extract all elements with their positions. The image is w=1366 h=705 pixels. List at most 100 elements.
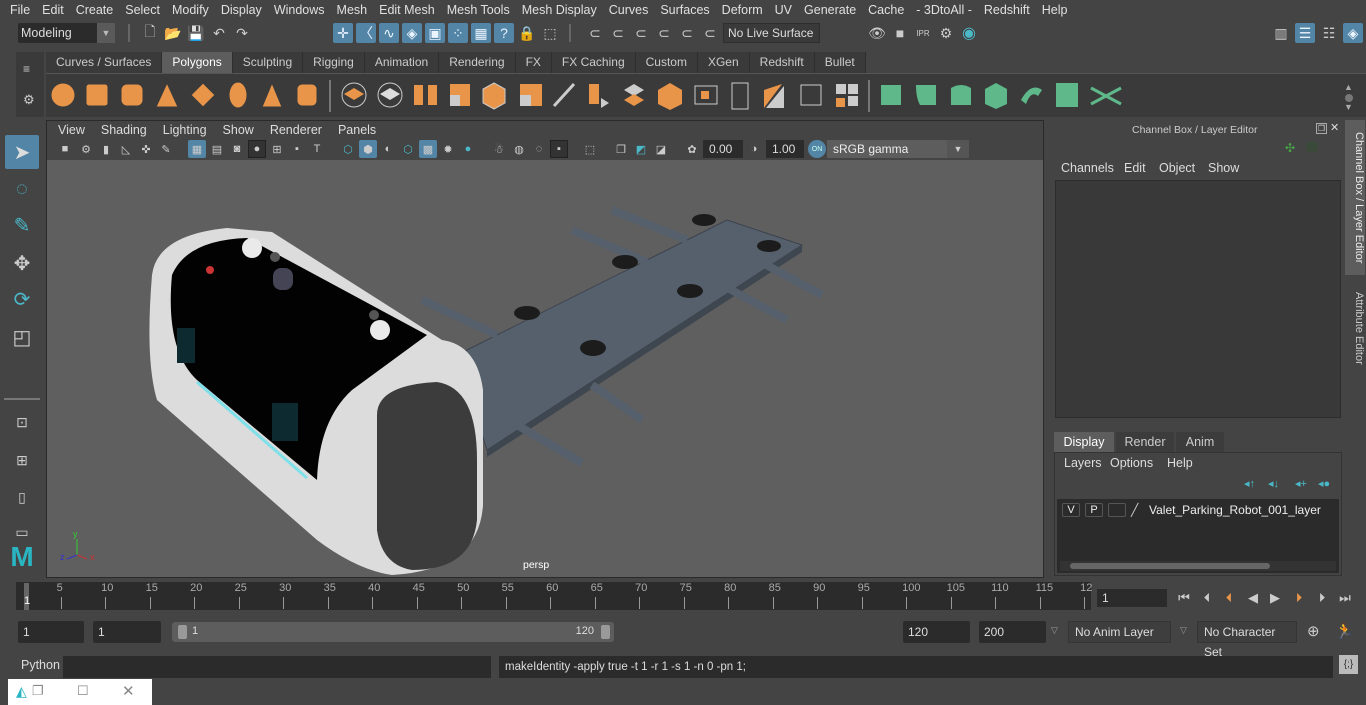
- menu-uv[interactable]: UV: [769, 0, 798, 20]
- playback-end-field[interactable]: 120: [903, 621, 970, 643]
- render-settings-icon[interactable]: ⚙: [936, 23, 956, 43]
- layer-tab-anim[interactable]: Anim: [1176, 432, 1224, 452]
- poly-sphere-icon[interactable]: [50, 82, 76, 108]
- shelf-scroll-down-icon[interactable]: ▼: [1344, 102, 1353, 112]
- character-set-chevron-icon[interactable]: ▽: [1180, 625, 1187, 636]
- side-tab-channel-box[interactable]: Channel Box / Layer Editor: [1345, 120, 1365, 275]
- menu-display[interactable]: Display: [215, 0, 268, 20]
- select-highlight-icon[interactable]: ⬚: [540, 23, 560, 43]
- shelf-tab-polygons[interactable]: Polygons: [162, 52, 233, 73]
- command-input[interactable]: [63, 656, 491, 678]
- live-surface-field[interactable]: No Live Surface: [723, 23, 820, 43]
- remesh-icon[interactable]: [482, 82, 506, 110]
- anim-layer-dropdown[interactable]: No Anim Layer: [1068, 621, 1171, 643]
- 3d-viewport-canvas[interactable]: y x z: [47, 160, 1043, 577]
- 2d-pan-zoom-icon[interactable]: ✜: [137, 140, 155, 158]
- camera-select-icon[interactable]: ■: [56, 140, 74, 158]
- move-tool-icon[interactable]: ✥: [5, 246, 39, 280]
- menu-redshift[interactable]: Redshift: [978, 0, 1036, 20]
- uv-editor-icon[interactable]: [1056, 83, 1078, 107]
- shelf-gear-icon[interactable]: ⚙: [23, 92, 35, 108]
- layer-color-swatch[interactable]: ╱: [1131, 503, 1138, 517]
- gamma-field[interactable]: 1.00: [766, 140, 804, 158]
- menu-windows[interactable]: Windows: [268, 0, 331, 20]
- step-back-frame-icon[interactable]: ⏴: [1197, 588, 1217, 608]
- menu-file[interactable]: File: [4, 0, 36, 20]
- new-scene-icon[interactable]: 🗋: [140, 23, 160, 43]
- poly-pipe-icon[interactable]: [296, 83, 318, 107]
- select-by-hierarchy-icon[interactable]: ✛: [333, 23, 353, 43]
- menu-surfaces[interactable]: Surfaces: [654, 0, 715, 20]
- fill-hole-icon[interactable]: [836, 84, 846, 94]
- shelf-scroll-up-icon[interactable]: ▲: [1344, 82, 1353, 92]
- end-time-field[interactable]: 200: [979, 621, 1046, 643]
- vp-menu-view[interactable]: View: [50, 122, 93, 140]
- cb-menu-show[interactable]: Show: [1208, 161, 1239, 175]
- magnet-points-icon[interactable]: ⊂: [654, 23, 674, 43]
- exposure-icon[interactable]: ✿: [683, 140, 701, 158]
- layer-display-type-toggle[interactable]: [1108, 503, 1126, 517]
- menu-mesh-display[interactable]: Mesh Display: [516, 0, 603, 20]
- close-panel-icon[interactable]: ✕: [1330, 123, 1341, 134]
- move-layer-down-icon[interactable]: ◂↓: [1268, 477, 1279, 490]
- offset-edge-loop-icon[interactable]: [731, 82, 749, 110]
- mode-selector[interactable]: Modeling ▼: [18, 23, 115, 43]
- motion-blur-icon[interactable]: ◍: [510, 140, 528, 158]
- isolate-select-icon[interactable]: ⬚: [581, 140, 599, 158]
- magnet-soft-icon[interactable]: ⊂: [608, 23, 628, 43]
- start-time-field[interactable]: 1: [18, 621, 84, 643]
- menu-create[interactable]: Create: [70, 0, 120, 20]
- playback-start-field[interactable]: 1: [93, 621, 161, 643]
- speed-icon[interactable]: [1306, 141, 1318, 153]
- rotate-tool-icon[interactable]: ⟳: [5, 282, 39, 316]
- snap-to-curve-icon[interactable]: ▣: [425, 23, 445, 43]
- uv-sew-icon[interactable]: [1090, 86, 1122, 106]
- shelf-tab-curves-surfaces[interactable]: Curves / Surfaces: [46, 52, 163, 73]
- menu-deform[interactable]: Deform: [716, 0, 769, 20]
- layer-name[interactable]: Valet_Parking_Robot_001_layer: [1149, 503, 1321, 517]
- command-language-label[interactable]: Python: [21, 658, 60, 672]
- range-slider[interactable]: 1 120: [172, 622, 614, 642]
- anti-aliasing-icon[interactable]: ◌: [530, 140, 548, 158]
- shelf-tab-redshift[interactable]: Redshift: [749, 52, 815, 73]
- shelf-tab-xgen[interactable]: XGen: [697, 52, 750, 73]
- new-empty-layer-icon[interactable]: ◂+: [1295, 477, 1307, 490]
- maximize-icon[interactable]: ☐: [77, 683, 89, 699]
- depth-of-field-icon[interactable]: ▪: [550, 140, 568, 158]
- shelf-tab-rigging[interactable]: Rigging: [303, 52, 365, 73]
- uv-unfold-icon[interactable]: [1021, 87, 1042, 104]
- single-perspective-layout-icon[interactable]: ⊡: [5, 405, 39, 439]
- move-layer-up-icon[interactable]: ◂↑: [1244, 477, 1255, 490]
- camera-attributes-icon[interactable]: ⚙: [77, 140, 95, 158]
- play-forwards-icon[interactable]: ▶: [1265, 588, 1285, 608]
- gate-mask-icon[interactable]: ●: [248, 140, 266, 158]
- redo-icon[interactable]: ↷: [232, 23, 252, 43]
- shadows-icon[interactable]: ●: [459, 140, 477, 158]
- shelf-tab-fx[interactable]: FX: [515, 52, 552, 73]
- magnet-reflect-icon[interactable]: ⊂: [631, 23, 651, 43]
- modeling-toolkit-icon[interactable]: ▥: [1271, 23, 1291, 43]
- color-management-toggle[interactable]: ON: [808, 140, 826, 158]
- menu-modify[interactable]: Modify: [166, 0, 215, 20]
- snap-to-point-icon[interactable]: ⁘: [448, 23, 468, 43]
- poly-cube-icon[interactable]: [85, 83, 109, 107]
- menu-generate[interactable]: Generate: [798, 0, 862, 20]
- wireframe-icon[interactable]: ⬡: [339, 140, 357, 158]
- shelf-menu-icon[interactable]: ≡: [23, 62, 30, 76]
- four-view-layout-icon[interactable]: ⊞: [5, 443, 39, 477]
- ipr-render-icon[interactable]: IPR: [913, 23, 933, 43]
- layer-menu-help[interactable]: Help: [1167, 456, 1193, 470]
- shelf-tab-rendering[interactable]: Rendering: [439, 52, 516, 73]
- anim-layer-chevron-icon[interactable]: ▽: [1051, 625, 1058, 636]
- xray-icon[interactable]: ❐: [612, 140, 630, 158]
- layer-menu-options[interactable]: Options: [1110, 456, 1153, 470]
- shelf-tab-custom[interactable]: Custom: [635, 52, 698, 73]
- wireframe-on-shaded-icon[interactable]: ⬡: [399, 140, 417, 158]
- auto-key-icon[interactable]: ⊕: [1307, 622, 1320, 640]
- channel-box-toggle-icon[interactable]: ◈: [1343, 23, 1363, 43]
- select-tool-icon[interactable]: ➤: [5, 135, 39, 169]
- select-by-object-icon[interactable]: 〈: [356, 23, 376, 43]
- cb-menu-object[interactable]: Object: [1159, 161, 1195, 175]
- uv-planar-icon[interactable]: [881, 85, 901, 105]
- play-backwards-icon[interactable]: ◀: [1243, 588, 1263, 608]
